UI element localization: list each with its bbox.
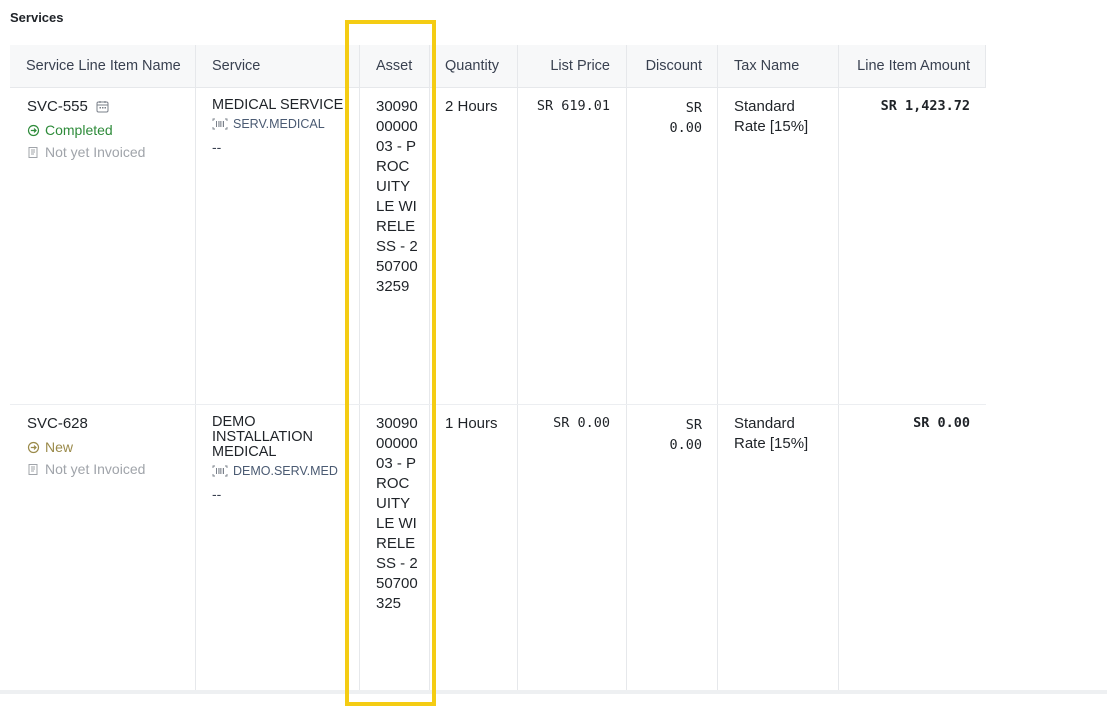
line-item-name-cell: SVC-555 Completed Not yet Invoiced xyxy=(27,98,145,160)
col-header-tax-name[interactable]: Tax Name xyxy=(734,45,799,88)
service-name: MEDICAL SERVICE xyxy=(212,97,344,113)
service-code-text: DEMO.SERV.MED xyxy=(233,464,338,478)
service-extra: -- xyxy=(212,486,222,502)
invoice-status: Not yet Invoiced xyxy=(27,144,145,160)
line-item-amount: SR 0.00 xyxy=(913,415,970,431)
line-item-id-link[interactable]: SVC-628 xyxy=(27,415,88,432)
invoice-label: Not yet Invoiced xyxy=(45,461,146,477)
service-code: SERV.MEDICAL xyxy=(212,117,352,131)
table-header: Service Line Item Name Service Asset Qua… xyxy=(10,45,986,88)
invoice-icon xyxy=(28,146,38,158)
line-item-name-cell: SVC-628 New Not yet Invoiced xyxy=(27,415,145,477)
line-item-id-link[interactable]: SVC-555 xyxy=(27,98,88,115)
status-cycle-icon xyxy=(27,124,40,136)
line-item-amount: SR 1,423.72 xyxy=(880,98,970,114)
invoice-icon xyxy=(28,463,38,475)
calendar-icon[interactable] xyxy=(96,100,109,113)
status-label: New xyxy=(45,439,74,455)
quantity-value: 1 Hours xyxy=(445,415,498,432)
col-header-asset[interactable]: Asset xyxy=(376,45,412,88)
tax-name-line2: Rate [15%] xyxy=(734,118,809,135)
service-cell: MEDICAL SERVICE SERV.MEDICAL -- xyxy=(212,97,352,156)
discount-currency: SR xyxy=(685,417,702,433)
col-header-list-price[interactable]: List Price xyxy=(530,45,610,88)
table-row[interactable]: SVC-555 Completed Not yet Invoiced MEDIC… xyxy=(10,88,986,405)
discount-value: SR 0.00 xyxy=(630,98,702,138)
col-header-service[interactable]: Service xyxy=(212,45,260,88)
col-header-amount[interactable]: Line Item Amount xyxy=(840,45,970,88)
barcode-icon xyxy=(212,118,228,130)
service-extra: -- xyxy=(212,139,222,155)
asset-link[interactable]: 300900000003 - PROCUITY LE WIRELESS - 25… xyxy=(376,97,420,297)
tax-name-line2: Rate [15%] xyxy=(734,435,809,452)
list-price-value: SR 0.00 xyxy=(553,415,610,431)
discount-amount: 0.00 xyxy=(669,120,702,136)
list-price-value: SR 619.01 xyxy=(536,98,610,114)
table-bottom-border xyxy=(0,690,1107,694)
tax-name-line1: Standard xyxy=(734,415,795,432)
asset-link[interactable]: 300900000003 - PROCUITY LE WIRELESS - 25… xyxy=(376,414,420,614)
tax-name-value: Standard Rate [15%] xyxy=(734,97,808,137)
status-cycle-icon xyxy=(27,441,40,453)
status-badge: Completed xyxy=(27,122,145,138)
status-badge: New xyxy=(27,439,145,455)
tax-name-value: Standard Rate [15%] xyxy=(734,414,808,454)
service-name: DEMO INSTALLATION MEDICAL xyxy=(212,414,313,460)
col-header-quantity[interactable]: Quantity xyxy=(445,45,499,88)
discount-currency: SR xyxy=(685,100,702,116)
service-code-text: SERV.MEDICAL xyxy=(233,117,325,131)
service-code: DEMO.SERV.MED xyxy=(212,464,352,478)
quantity-value: 2 Hours xyxy=(445,98,498,115)
invoice-status: Not yet Invoiced xyxy=(27,461,145,477)
column-divider xyxy=(985,45,986,88)
status-label: Completed xyxy=(45,122,113,138)
discount-value: SR 0.00 xyxy=(630,415,702,455)
table-row[interactable]: SVC-628 New Not yet Invoiced DEMO INSTAL… xyxy=(10,405,986,695)
tax-name-line1: Standard xyxy=(734,98,795,115)
service-cell: DEMO INSTALLATION MEDICAL DEMO.SERV.MED … xyxy=(212,414,352,503)
col-header-discount[interactable]: Discount xyxy=(628,45,702,88)
col-header-name[interactable]: Service Line Item Name xyxy=(26,45,181,88)
section-title: Services xyxy=(10,10,64,25)
invoice-label: Not yet Invoiced xyxy=(45,144,146,160)
discount-amount: 0.00 xyxy=(669,437,702,453)
barcode-icon xyxy=(212,465,228,477)
